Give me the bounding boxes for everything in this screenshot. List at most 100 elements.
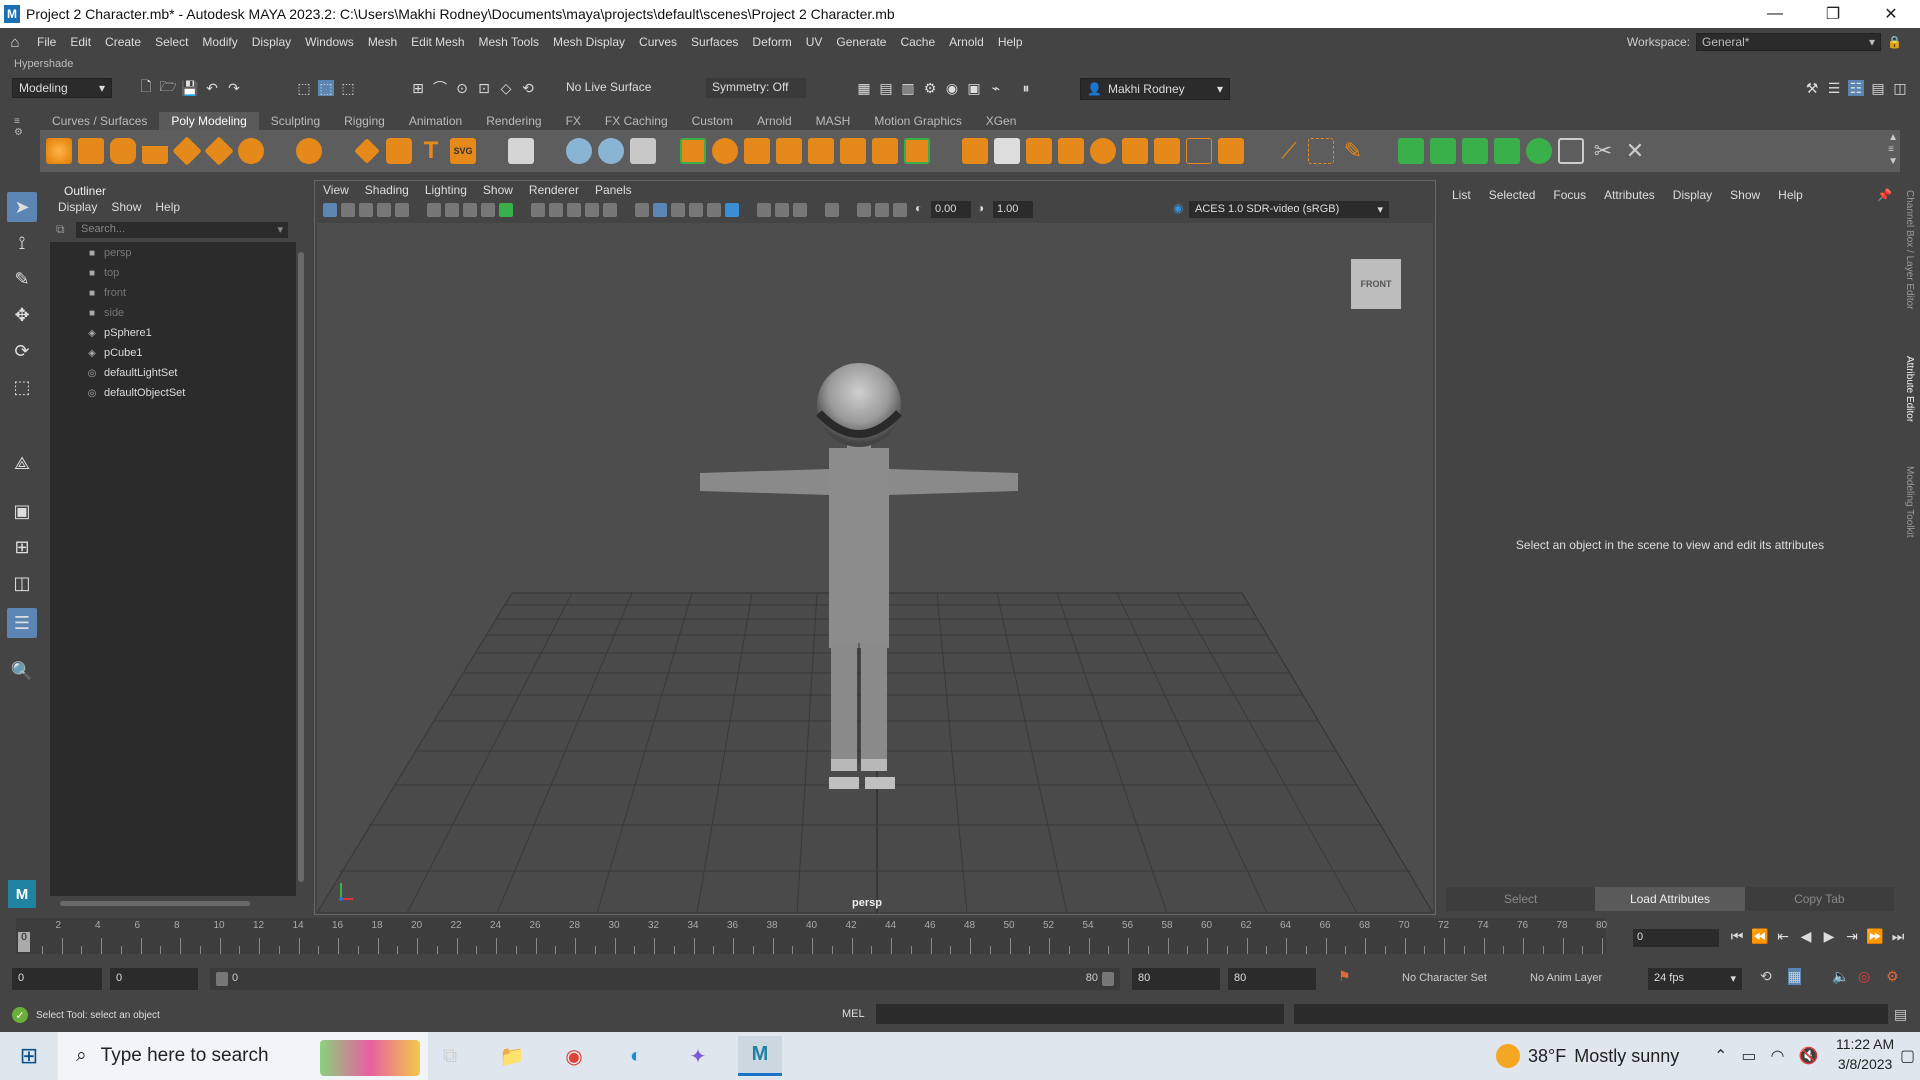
quad-draw-icon[interactable]: ✎ — [1340, 138, 1366, 164]
load-attributes-button[interactable]: Load Attributes — [1595, 887, 1745, 911]
append-icon[interactable] — [1058, 138, 1084, 164]
tab-custom[interactable]: Custom — [680, 112, 745, 130]
superellipse-icon[interactable] — [354, 138, 380, 164]
poly-torus-icon[interactable] — [172, 136, 202, 166]
notification-icon[interactable]: ▢ — [1900, 1046, 1915, 1066]
mash-icon[interactable] — [508, 138, 534, 164]
tab-arnold[interactable]: Arnold — [745, 112, 804, 130]
menu-mesh[interactable]: Mesh — [361, 35, 404, 49]
camera-attributes-icon[interactable] — [341, 203, 355, 217]
tab-motion-graphics[interactable]: Motion Graphics — [862, 112, 973, 130]
attr-menu-show[interactable]: Show — [1730, 188, 1760, 202]
attribute-editor-icon[interactable]: ☰ — [1826, 80, 1842, 96]
pause-viewport-icon[interactable]: ⏸ — [1018, 80, 1034, 96]
tab-rendering[interactable]: Rendering — [474, 112, 553, 130]
go-to-start-icon[interactable]: ⏮ — [1727, 928, 1747, 945]
menu-generate[interactable]: Generate — [829, 35, 893, 49]
sound-icon[interactable]: 🔈 — [1832, 968, 1849, 985]
menu-modify[interactable]: Modify — [195, 35, 244, 49]
menu-select[interactable]: Select — [148, 35, 195, 49]
step-back-frame-icon[interactable]: ⏪ — [1750, 928, 1770, 945]
four-view-layout-icon[interactable]: ⊞ — [7, 532, 37, 562]
viewport-menu-panels[interactable]: Panels — [595, 183, 632, 197]
reduce-icon[interactable] — [840, 138, 866, 164]
playback-end-field[interactable]: 80 — [1132, 968, 1220, 990]
menu-uv[interactable]: UV — [799, 35, 830, 49]
outliner-layout-icon[interactable]: ☰ — [7, 608, 37, 638]
undo-icon[interactable]: ↶ — [204, 80, 220, 96]
go-to-end-icon[interactable]: ⏭ — [1888, 928, 1908, 945]
xray-joints-icon[interactable] — [875, 203, 889, 217]
list-item[interactable]: ■ side — [86, 304, 124, 322]
menu-deform[interactable]: Deform — [745, 35, 798, 49]
render-setup-icon[interactable]: ▣ — [966, 80, 982, 96]
list-item[interactable]: ◎ defaultObjectSet — [86, 384, 186, 402]
save-scene-icon[interactable]: 💾 — [181, 80, 198, 96]
chrome-icon[interactable]: ◉ — [552, 1036, 596, 1076]
wireframe-icon[interactable] — [531, 203, 545, 217]
two-view-layout-icon[interactable]: ◫ — [7, 568, 37, 598]
snap-view-icon[interactable]: ⊡ — [476, 80, 492, 96]
render-settings-icon[interactable]: ⚙ — [922, 80, 938, 96]
menu-create[interactable]: Create — [98, 35, 148, 49]
open-scene-icon[interactable]: 🗁 — [159, 78, 176, 96]
mirror-icon[interactable] — [872, 138, 898, 164]
tab-modeling-toolkit[interactable]: Modeling Toolkit — [1904, 466, 1915, 538]
tab-poly-modeling[interactable]: Poly Modeling — [159, 112, 259, 130]
tab-fx-caching[interactable]: FX Caching — [593, 112, 680, 130]
render-frame-icon[interactable]: ▤ — [878, 80, 894, 96]
search-highlight-icon[interactable] — [320, 1040, 420, 1076]
film-gate-icon[interactable] — [463, 203, 477, 217]
single-view-layout-icon[interactable]: ▣ — [7, 496, 37, 526]
platonic-solid-icon[interactable] — [296, 138, 322, 164]
edge-icon[interactable]: ◐ — [614, 1036, 658, 1076]
shadows-icon[interactable] — [725, 203, 739, 217]
outliner-horizontal-scrollbar[interactable] — [50, 898, 296, 908]
tab-animation[interactable]: Animation — [397, 112, 474, 130]
outliner-menu-display[interactable]: Display — [58, 200, 97, 214]
modeling-toolkit-icon[interactable]: ⚒ — [1804, 80, 1820, 96]
isolate-select-icon[interactable] — [499, 203, 513, 217]
menu-mesh-display[interactable]: Mesh Display — [546, 35, 632, 49]
menu-mesh-tools[interactable]: Mesh Tools — [472, 35, 546, 49]
fill-hole-icon[interactable] — [1090, 138, 1116, 164]
tab-xgen[interactable]: XGen — [974, 112, 1029, 130]
poly-cylinder-icon[interactable] — [110, 138, 136, 164]
bevel-icon[interactable] — [1026, 138, 1052, 164]
extrude-icon[interactable] — [962, 138, 988, 164]
wireframe-shade-icon[interactable] — [635, 203, 649, 217]
remesh-icon[interactable] — [904, 138, 930, 164]
wedge-icon[interactable] — [1218, 138, 1244, 164]
xray-components-icon[interactable] — [893, 203, 907, 217]
poly-cone-icon[interactable] — [142, 138, 168, 164]
playback-prefs-icon[interactable]: ⚙ — [1886, 968, 1899, 985]
scene-view[interactable]: FRONT persp — [317, 223, 1433, 913]
weather-widget[interactable]: 38°F Mostly sunny — [1496, 1044, 1679, 1068]
move-tool-icon[interactable]: ✥ — [7, 300, 37, 330]
list-item[interactable]: ■ persp — [86, 244, 132, 262]
anti-aliasing-icon[interactable] — [793, 203, 807, 217]
poly-cube-icon[interactable] — [78, 138, 104, 164]
sculpt-icon[interactable] — [566, 138, 592, 164]
command-input[interactable] — [876, 1004, 1284, 1024]
step-forward-frame-icon[interactable]: ⏩ — [1865, 928, 1885, 945]
center-pivot-icon[interactable] — [630, 138, 656, 164]
tab-mash[interactable]: MASH — [804, 112, 863, 130]
select-tool-icon[interactable]: ➤ — [7, 192, 37, 222]
outliner-menu-help[interactable]: Help — [155, 200, 180, 214]
multi-cut-icon[interactable]: ⟋ — [1276, 138, 1302, 164]
menu-surfaces[interactable]: Surfaces — [684, 35, 745, 49]
auto-key-icon[interactable]: ⚑ — [1338, 968, 1351, 985]
viewport-menu-lighting[interactable]: Lighting — [425, 183, 467, 197]
workspace-dropdown[interactable]: General* ▾ — [1696, 33, 1882, 51]
paint-select-icon[interactable]: ✎ — [7, 264, 37, 294]
tab-fx[interactable]: FX — [554, 112, 593, 130]
lock-icon[interactable]: 🔒 — [1887, 35, 1902, 49]
shelf-options-icon[interactable]: ≡ ⚙ — [14, 116, 34, 138]
attr-menu-selected[interactable]: Selected — [1489, 188, 1536, 202]
wifi-icon[interactable]: ◠ — [1771, 1046, 1785, 1066]
layer-editor-icon[interactable]: ◫ — [1892, 80, 1908, 96]
attr-menu-focus[interactable]: Focus — [1553, 188, 1586, 202]
show-manipulator-icon[interactable]: ⟁ — [7, 448, 37, 478]
light-editor-icon[interactable]: ⌁ — [988, 80, 1004, 96]
